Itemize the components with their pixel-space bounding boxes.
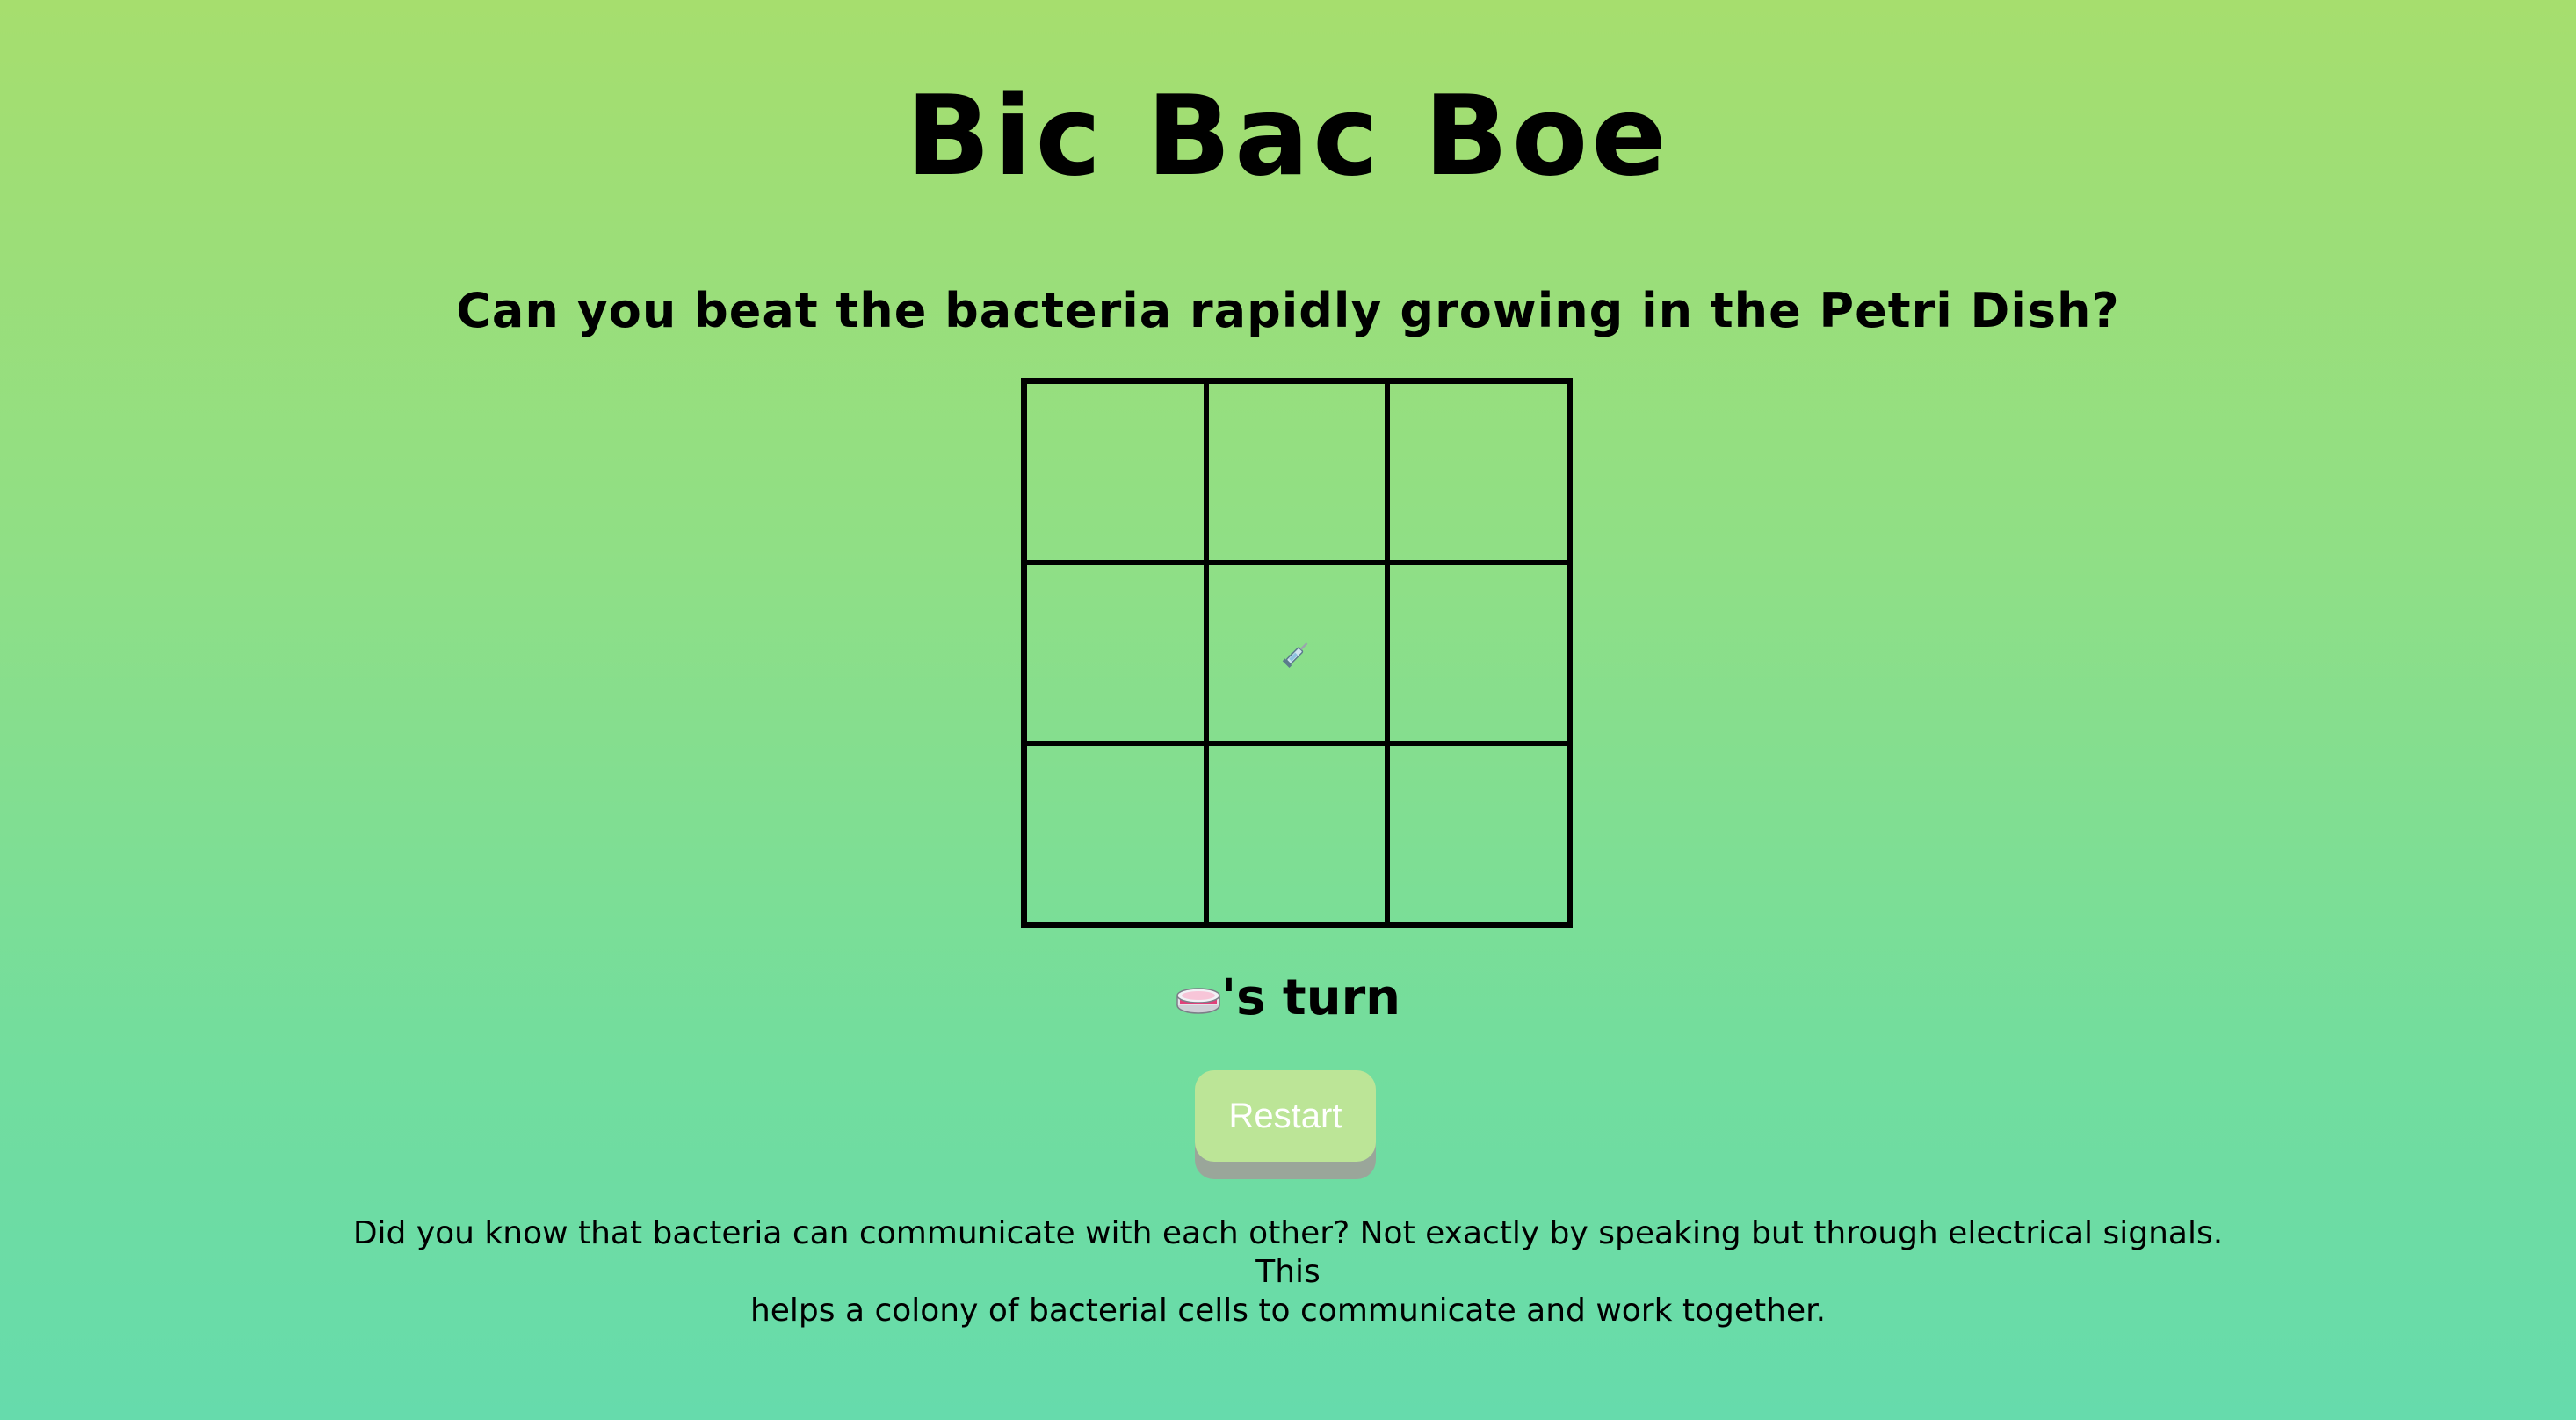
- board-cell-9[interactable]: [1387, 743, 1569, 924]
- game-board: [1021, 378, 1573, 928]
- game-page: Bic Bac Boe Can you beat the bacteria ra…: [0, 0, 2576, 1420]
- board-cell-1[interactable]: [1024, 381, 1206, 562]
- bacteria-fact: Did you know that bacteria can communica…: [334, 1214, 2242, 1330]
- turn-text: 's turn: [1220, 969, 1401, 1026]
- board-cell-6[interactable]: [1387, 562, 1569, 743]
- restart-button-container: Restart: [1195, 1070, 1376, 1179]
- board-cell-4[interactable]: [1024, 562, 1206, 743]
- board-cell-8[interactable]: [1205, 743, 1388, 924]
- board-cell-5[interactable]: [1205, 562, 1388, 743]
- bacteria-fact-line-1: Did you know that bacteria can communica…: [352, 1215, 2224, 1290]
- bacteria-fact-line-2: helps a colony of bacterial cells to com…: [749, 1293, 1827, 1329]
- board-cell-3[interactable]: [1387, 381, 1569, 562]
- syringe-icon: [1282, 642, 1308, 668]
- petri-dish-icon: [1176, 967, 1221, 1014]
- board-cell-2[interactable]: [1205, 381, 1388, 562]
- board-cell-7[interactable]: [1024, 743, 1206, 924]
- turn-indicator: 's turn: [0, 965, 2576, 1032]
- page-subtitle: Can you beat the bacteria rapidly growin…: [456, 283, 2120, 338]
- page-title: Bic Bac Boe: [906, 71, 1670, 200]
- restart-button[interactable]: Restart: [1195, 1070, 1376, 1162]
